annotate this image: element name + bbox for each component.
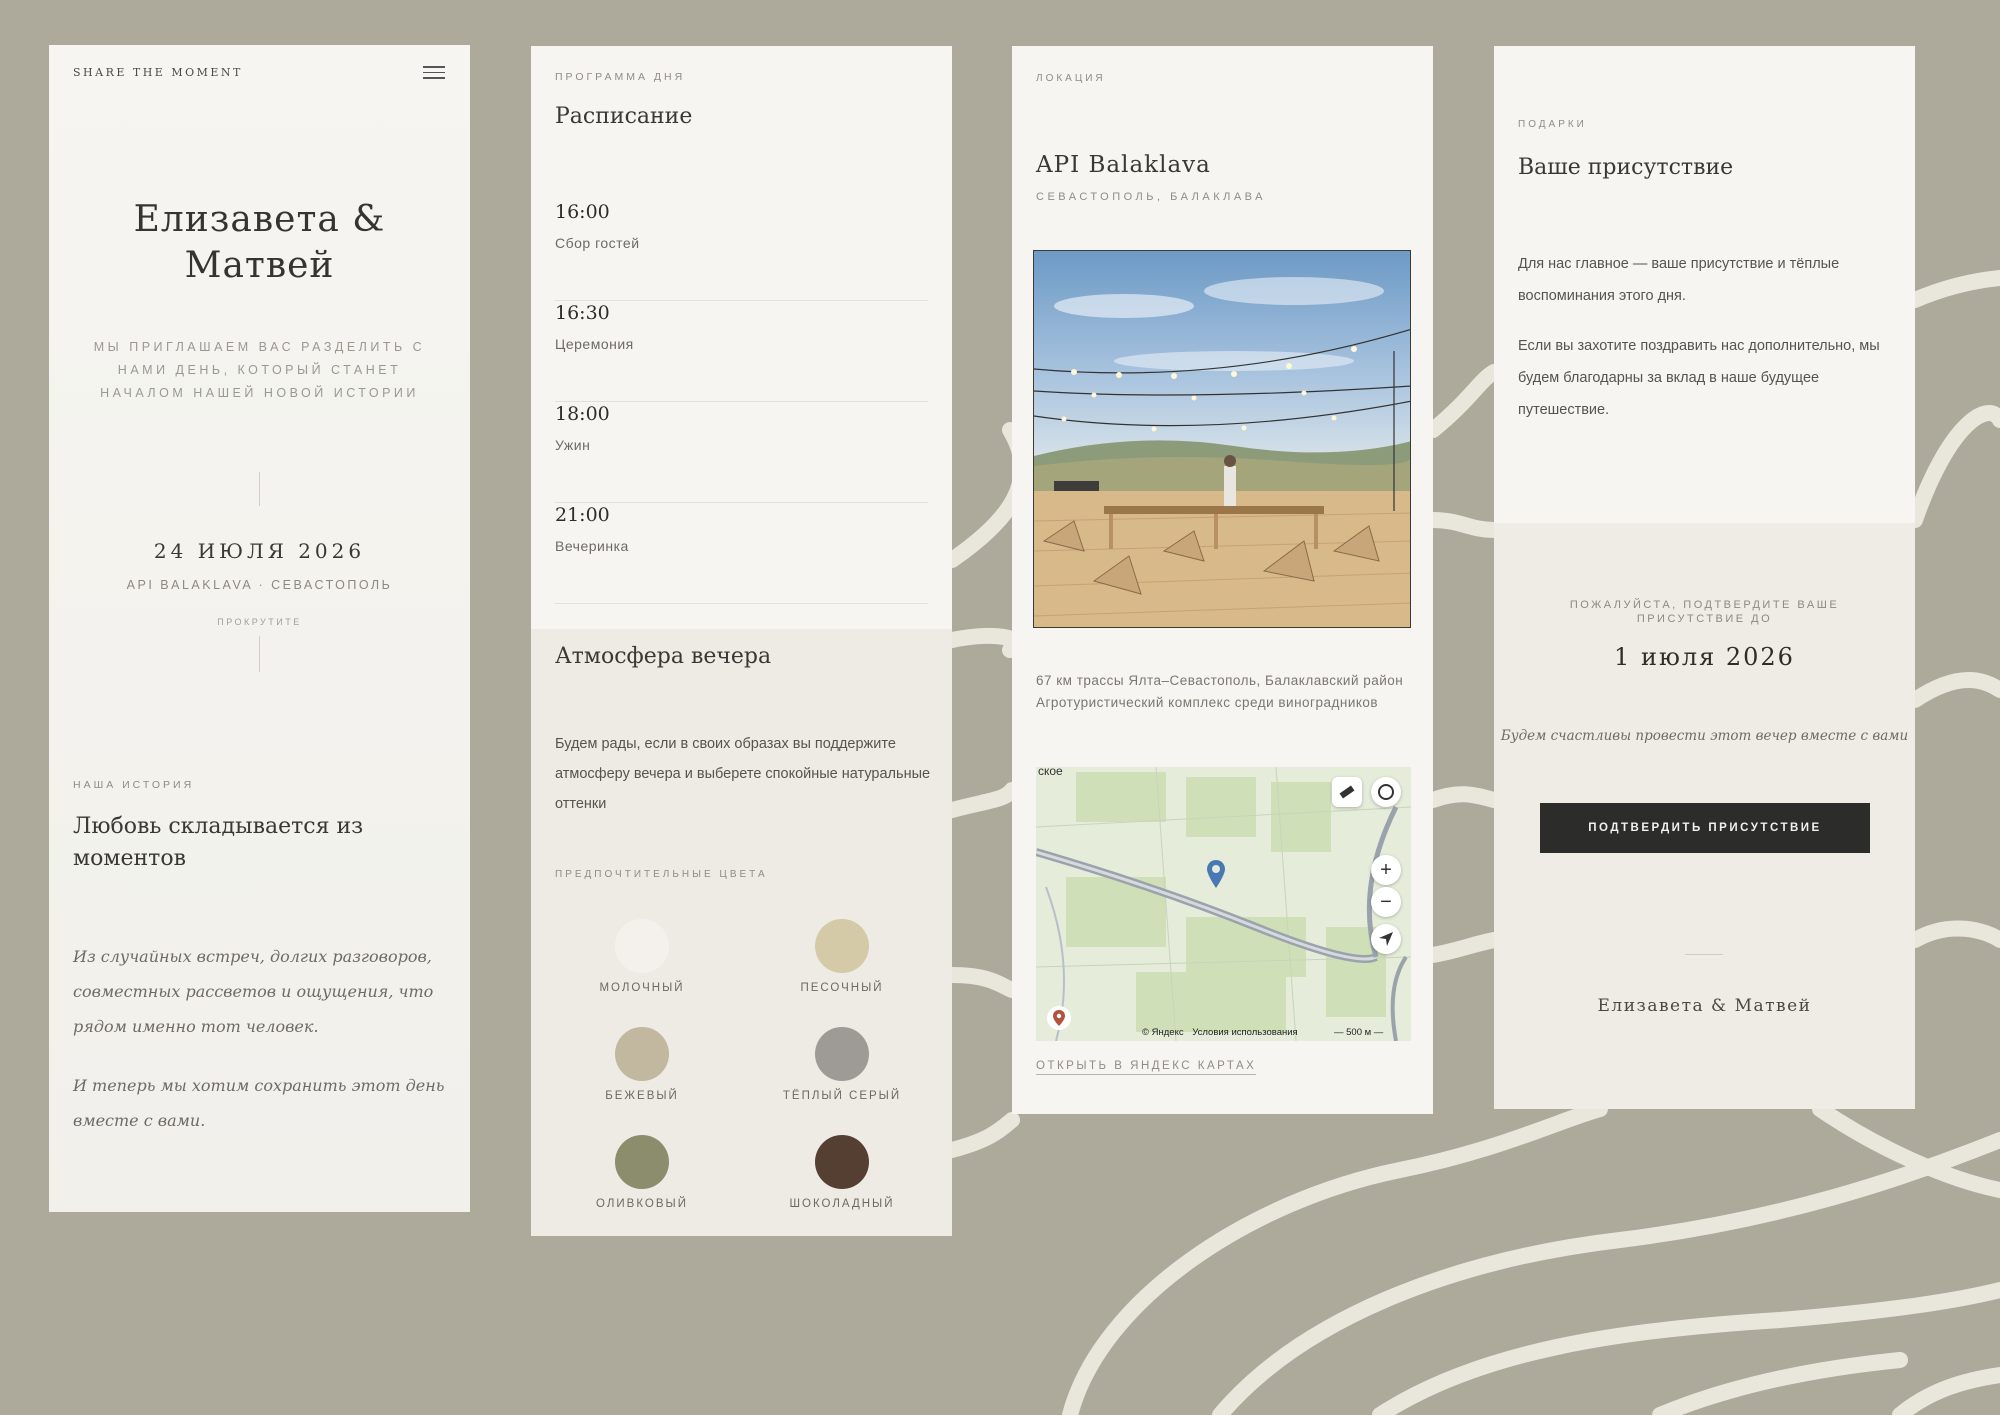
- swatch-label: МОЛОЧНЫЙ: [599, 982, 685, 994]
- schedule-time: 21:00: [555, 504, 610, 526]
- schedule-time: 18:00: [555, 403, 610, 425]
- map-widget[interactable]: ское + − © Яндекс Условия использования …: [1036, 767, 1411, 1041]
- rsvp-prompt: ПОЖАЛУЙСТА, ПОДТВЕРДИТЕ ВАШЕ ПРИСУТСТВИЕ…: [1569, 599, 1840, 625]
- swatch-label: ОЛИВКОВЫЙ: [596, 1198, 688, 1210]
- gifts-paragraph-2: Если вы захотите поздравить нас дополнит…: [1518, 338, 1880, 418]
- map-scale: — 500 м —: [1334, 1027, 1384, 1038]
- hamburger-menu-icon[interactable]: [423, 63, 445, 83]
- scale-label: 500 м: [1346, 1027, 1372, 1038]
- swatch-label: ШОКОЛАДНЫЙ: [789, 1198, 895, 1210]
- swatch-label: ТЁПЛЫЙ СЕРЫЙ: [782, 1090, 902, 1102]
- venue-address: 67 км трассы Ялта–Севастополь, Балаклавс…: [1036, 670, 1416, 714]
- map-tiles[interactable]: [1036, 767, 1411, 1041]
- atmosphere-title: Атмосфера вечера: [555, 644, 772, 669]
- address-line-2: Агротуристический комплекс среди виногра…: [1036, 695, 1379, 710]
- schedule-label: Сбор гостей: [555, 235, 640, 251]
- story-paragraph-1: Из случайных встреч, долгих разговоров, …: [73, 947, 434, 1036]
- swatch-label: БЕЖЕВЫЙ: [605, 1090, 679, 1102]
- event-venue: API BALAKLAVA · СЕВАСТОПОЛЬ: [126, 578, 393, 592]
- schedule-title: Расписание: [555, 104, 693, 129]
- schedule-time: 16:30: [555, 302, 610, 324]
- venue-photo-illustration: [1034, 251, 1410, 627]
- open-yandex-maps-link[interactable]: ОТКРЫТЬ В ЯНДЕКС КАРТАХ: [1036, 1060, 1257, 1075]
- ruler-icon[interactable]: [1332, 777, 1362, 807]
- gifts-paragraph-1: Для нас главное — ваше присутствие и тёп…: [1518, 256, 1840, 304]
- confirm-attendance-button[interactable]: ПОДТВЕРДИТЬ ПРИСУТСТВИЕ: [1540, 803, 1870, 853]
- location-eyebrow: ЛОКАЦИЯ: [1036, 73, 1106, 84]
- swatch-label: ПЕСОЧНЫЙ: [800, 982, 884, 994]
- rsvp-note: Будем счастливы провести этот вечер вмес…: [1500, 728, 1909, 744]
- swatch-beige: [615, 1027, 669, 1081]
- divider-line: [1685, 954, 1723, 955]
- divider-line: [259, 472, 260, 506]
- names-line-1: Елизавета &: [133, 199, 386, 240]
- brand-logo[interactable]: SHARE THE MOMENT: [73, 66, 243, 79]
- scroll-hint[interactable]: ПРОКРУТИТЕ: [49, 617, 470, 627]
- swatch-milky: [615, 919, 669, 973]
- story-eyebrow: НАША ИСТОРИЯ: [73, 779, 195, 791]
- copyright-text: © Яндекс: [1142, 1027, 1184, 1038]
- couple-names: Елизавета & Матвей: [49, 197, 470, 289]
- atmosphere-text: Будем рады, если в своих образах вы подд…: [555, 736, 931, 812]
- zoom-in-button[interactable]: +: [1371, 855, 1401, 885]
- gifts-title: Ваше присутствие: [1518, 155, 1734, 180]
- rsvp-deadline: 1 июля 2026: [1614, 643, 1795, 671]
- schedule-time: 16:00: [555, 201, 610, 223]
- signature: Елизавета & Матвей: [1597, 996, 1812, 1016]
- colors-eyebrow: ПРЕДПОЧТИТЕЛЬНЫЕ ЦВЕТА: [555, 869, 768, 880]
- schedule-item: 16:30 Церемония: [555, 302, 928, 402]
- map-copyright: © Яндекс Условия использования: [1142, 1027, 1298, 1038]
- swatch-warm-grey: [815, 1027, 869, 1081]
- schedule-label: Ужин: [555, 437, 591, 453]
- schedule-panel: ПРОГРАММА ДНЯ Расписание 16:00 Сбор гост…: [531, 46, 952, 1236]
- map-place-label: ское: [1038, 767, 1063, 778]
- location-title: API Balaklava: [1036, 152, 1211, 178]
- gifts-eyebrow: ПОДАРКИ: [1518, 119, 1587, 130]
- location-subtitle: СЕВАСТОПОЛЬ, БАЛАКЛАВА: [1036, 191, 1266, 203]
- gifts-rsvp-panel: ПОДАРКИ Ваше присутствие Для нас главное…: [1494, 46, 1915, 1109]
- venue-photo: [1033, 250, 1411, 628]
- atmosphere-section: Атмосфера вечера Будем рады, если в свои…: [531, 629, 952, 1236]
- hero-panel: SHARE THE MOMENT Елизавета & Матвей МЫ П…: [49, 45, 470, 1212]
- story-title: Любовь складывается из моментов: [73, 814, 364, 871]
- schedule-item: 21:00 Вечеринка: [555, 504, 928, 604]
- invitation-text: МЫ ПРИГЛАШАЕМ ВАС РАЗДЕЛИТЬ С НАМИ ДЕНЬ,…: [93, 340, 426, 400]
- story-paragraph-2: И теперь мы хотим сохранить этот день вм…: [73, 1076, 445, 1130]
- schedule-item: 16:00 Сбор гостей: [555, 201, 928, 301]
- scroll-line: [259, 636, 260, 672]
- address-line-1: 67 км трассы Ялта–Севастополь, Балаклавс…: [1036, 673, 1404, 688]
- event-date: 24 ИЮЛЯ 2026: [153, 539, 366, 563]
- map-location-marker-icon[interactable]: [1046, 1005, 1072, 1036]
- map-pin-icon[interactable]: [1205, 858, 1227, 895]
- geolocation-icon[interactable]: [1371, 924, 1401, 954]
- schedule-label: Вечеринка: [555, 538, 629, 554]
- map-terms-link[interactable]: Условия использования: [1192, 1027, 1297, 1038]
- names-line-2: Матвей: [184, 245, 335, 286]
- location-panel: ЛОКАЦИЯ API Balaklava СЕВАСТОПОЛЬ, БАЛАК…: [1012, 46, 1433, 1114]
- layers-icon[interactable]: [1371, 777, 1401, 807]
- zoom-out-button[interactable]: −: [1371, 887, 1401, 917]
- schedule-item: 18:00 Ужин: [555, 403, 928, 503]
- schedule-eyebrow: ПРОГРАММА ДНЯ: [555, 71, 686, 83]
- swatch-olive: [615, 1135, 669, 1189]
- swatch-sand: [815, 919, 869, 973]
- swatch-chocolate: [815, 1135, 869, 1189]
- schedule-label: Церемония: [555, 336, 634, 352]
